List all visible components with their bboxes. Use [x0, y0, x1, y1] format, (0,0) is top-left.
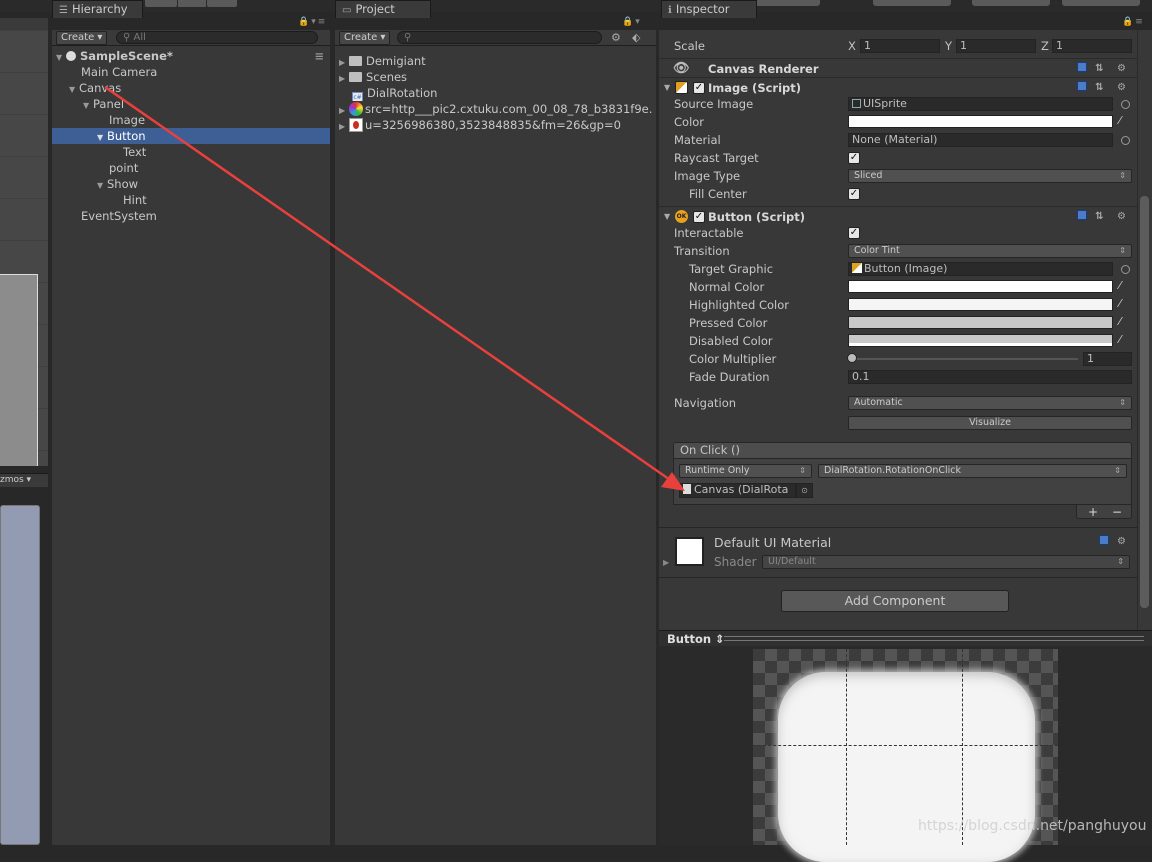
annotation-arrow [104, 85, 685, 491]
